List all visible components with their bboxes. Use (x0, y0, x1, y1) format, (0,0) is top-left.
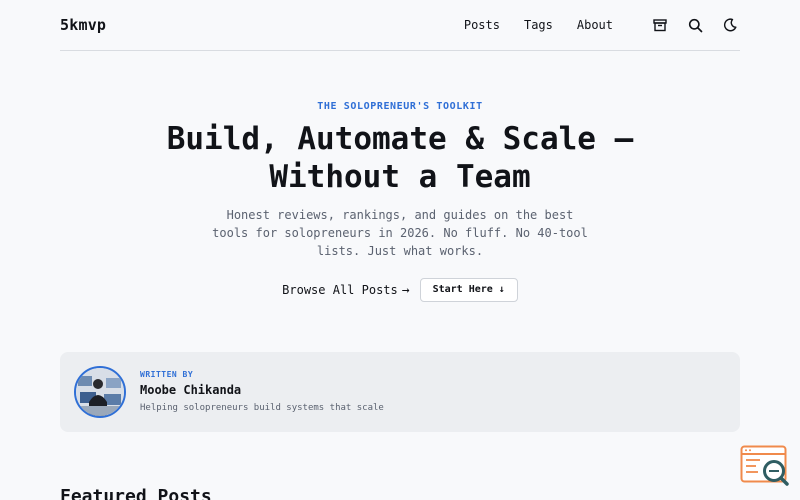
start-here-button[interactable]: Start Here ↓ (419, 278, 518, 302)
nav-link-posts[interactable]: Posts (464, 18, 500, 32)
arrow-right-icon: → (401, 282, 410, 298)
avatar-photo (76, 368, 124, 416)
hero-subtitle: Honest reviews, rankings, and guides on … (212, 208, 588, 258)
author-tagline: Helping solopreneurs build systems that … (140, 403, 384, 413)
author-name[interactable]: Moobe Chikanda (140, 383, 241, 397)
search-icon (688, 18, 702, 32)
hero-title: Build, Automate & Scale — Without a Team (100, 120, 700, 196)
hero-title-line-1: Build, Automate & Scale — (166, 121, 634, 157)
site-logo[interactable]: 5kmvp (60, 16, 106, 34)
featured-posts-heading: Featured Posts (60, 486, 212, 500)
code-search-icon (740, 445, 789, 486)
author-avatar (74, 366, 126, 418)
moon-icon (723, 18, 737, 32)
browse-all-posts-link[interactable]: Browse All Posts → (282, 283, 409, 298)
search-button[interactable] (685, 15, 705, 35)
site-header: 5kmvp Posts Tags About (60, 0, 740, 51)
written-by-label: WRITTEN BY (140, 370, 194, 379)
hero-title-line-2: Without a Team (269, 159, 531, 195)
floating-widget-button[interactable] (740, 445, 790, 491)
theme-toggle-button[interactable] (720, 15, 740, 35)
author-card: WRITTEN BY Moobe Chikanda Helping solopr… (60, 352, 740, 432)
archive-icon (653, 19, 667, 32)
nav-link-tags[interactable]: Tags (524, 18, 553, 32)
hero-cta-row: Browse All Posts → Start Here ↓ (0, 278, 800, 302)
browse-all-posts-label: Browse All Posts (282, 283, 398, 297)
archive-button[interactable] (650, 15, 670, 35)
main-nav: Posts Tags About (464, 0, 740, 50)
hero-kicker: THE SOLOPRENEUR'S TOOLKIT (317, 101, 483, 112)
nav-link-about[interactable]: About (577, 18, 613, 32)
